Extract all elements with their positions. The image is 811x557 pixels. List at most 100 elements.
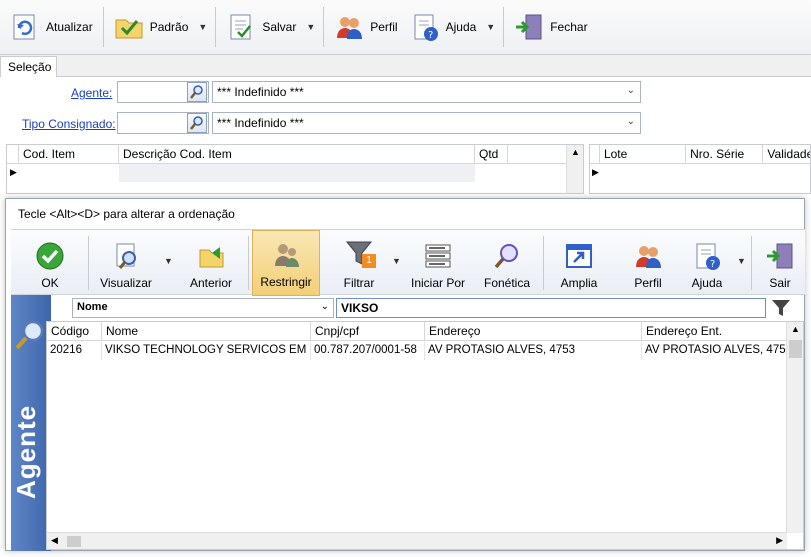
row-indicator-icon: ▶ [10,167,17,177]
agente-lookup-button[interactable] [187,82,207,102]
filtrar-dropdown-icon[interactable]: ▼ [392,256,401,266]
restringir-label: Restringir [260,275,312,289]
users-icon [636,246,661,268]
col-validade[interactable]: Validade [763,145,810,164]
tipo-consignado-lookup-button[interactable] [187,113,207,133]
toolbar-separator [751,236,752,290]
tipo-consignado-combo[interactable]: *** Indefinido *** ⌄ [212,112,641,134]
col-endereco[interactable]: Endereço [425,322,642,341]
help-document-icon: ? [696,243,720,270]
items-grid-scrollbar[interactable]: ▲ [566,145,583,193]
sair-button[interactable]: Sair [757,230,803,296]
filtrar-button[interactable]: 1 Filtrar [327,230,391,296]
ajuda-button[interactable]: ? Ajuda [404,5,483,49]
agente-combo-value: *** Indefinido *** [217,85,304,99]
toolbar-separator [543,236,544,290]
col-cnpj-cpf[interactable]: Cnpj/cpf [311,322,425,341]
scroll-up-icon[interactable]: ▲ [791,324,800,334]
tipo-consignado-combo-value: *** Indefinido *** [217,116,304,130]
toolbar-separator [248,236,249,290]
agente-lookup-dialog: Tecle <Alt><D> para alterar a ordenação … [5,198,805,551]
scroll-right-icon[interactable]: ▶ [776,535,783,546]
results-horizontal-scrollbar[interactable]: ◀ ▶ [47,532,787,549]
padrao-dropdown-icon[interactable]: ▼ [194,22,211,32]
scroll-up-icon[interactable]: ▲ [571,147,580,157]
search-input[interactable] [336,298,766,318]
scrollbar-thumb[interactable] [789,340,802,358]
perfil-label: Perfil [370,20,398,34]
amplia-button[interactable]: Amplia [548,230,610,296]
expand-window-icon [566,244,592,268]
tipo-consignado-label[interactable]: Tipo Consignado: [22,117,116,131]
users-icon [337,17,363,39]
anterior-button[interactable]: Anterior [179,230,243,296]
visualizar-dropdown-icon[interactable]: ▼ [164,256,173,266]
toolbar-separator [88,236,89,290]
amplia-label: Amplia [560,276,598,290]
ajuda-label: Ajuda [445,20,477,34]
phonetic-search-icon [494,244,518,269]
restringir-button[interactable]: Restringir [252,230,320,296]
padrao-label: Padrão [149,20,189,34]
refresh-icon [13,14,35,40]
col-qtd[interactable]: Qtd [475,145,508,164]
ok-button[interactable]: OK [15,230,85,296]
cell-endereco-ent: AV PROTASIO ALVES, 4753 [645,344,787,356]
help-document-icon: ? [414,14,438,41]
fonetica-button[interactable]: Fonética [475,230,539,296]
dialog-caption: Tecle <Alt><D> para alterar a ordenação [18,207,235,221]
anterior-label: Anterior [189,276,233,290]
dialog-ajuda-button[interactable]: ? Ajuda [678,230,736,296]
col-descricao-cod-item[interactable]: Descrição Cod. Item [119,145,475,164]
cell-endereco: AV PROTASIO ALVES, 4753 [425,342,642,360]
col-nome[interactable]: Nome [102,322,311,341]
lookup-magnifier-icon [190,116,203,130]
folder-check-icon [115,19,143,39]
table-row[interactable] [119,164,475,182]
view-document-icon [116,243,136,269]
main-toolbar: Atualizar Padrão ▼ Salvar ▼ Perfil ? Aju… [0,0,811,55]
perfil-button[interactable]: Perfil [328,5,403,49]
col-endereco-ent[interactable]: Endereço Ent. [642,322,787,341]
fechar-label: Fechar [550,20,588,34]
filter-count-badge: 1 [362,254,376,268]
visualizar-button[interactable]: Visualizar [93,230,159,296]
results-vertical-scrollbar[interactable]: ▲ [786,322,803,533]
fonetica-label: Fonética [483,276,531,290]
padrao-button[interactable]: Padrão [108,5,195,49]
salvar-dropdown-icon[interactable]: ▼ [302,22,319,32]
dialog-perfil-button[interactable]: Perfil [618,230,678,296]
col-lote[interactable]: Lote [600,145,687,164]
col-codigo[interactable]: Código [47,322,102,341]
table-row[interactable]: 20216 VIKSO TECHNOLOGY SERVICOS EM INF 0… [47,342,787,360]
dialog-ajuda-dropdown-icon[interactable]: ▼ [737,256,746,266]
toolbar-separator [323,7,325,47]
search-field-combo[interactable]: Nome ⌄ [72,298,334,318]
scrollbar-thumb[interactable] [67,536,81,547]
dialog-perfil-label: Perfil [634,276,662,290]
atualizar-button[interactable]: Atualizar [4,5,99,49]
salvar-button[interactable]: Salvar [220,5,302,49]
col-cod-item[interactable]: Cod. Item [19,145,119,164]
ajuda-dropdown-icon[interactable]: ▼ [482,22,499,32]
funnel-icon[interactable] [771,299,791,317]
svg-text:?: ? [428,30,433,41]
indicator-col [7,145,19,164]
agente-combo[interactable]: *** Indefinido *** ⌄ [212,81,641,103]
iniciar-por-button[interactable]: Iniciar Por [404,230,472,296]
results-grid: Código Nome Cnpj/cpf Endereço Endereço E… [46,321,804,550]
col-nro-serie[interactable]: Nro. Série [686,145,764,164]
fechar-button[interactable]: Fechar [508,5,593,49]
tab-selecao[interactable]: Seleção [0,56,57,77]
lote-grid: Lote Nro. Série Validade ▶ [589,144,811,194]
exit-door-icon [767,243,793,269]
tab-strip: Seleção [0,55,811,77]
agente-label[interactable]: Agente: [71,86,112,100]
scroll-left-icon[interactable]: ◀ [51,535,58,546]
dialog-toolbar: OK Visualizar ▼ Anterior Restringir 1 Fi… [11,229,805,296]
indicator-col [590,145,600,164]
atualizar-label: Atualizar [46,20,93,34]
save-document-icon [230,14,252,40]
chevron-down-icon: ⌄ [626,116,635,127]
cell-codigo: 20216 [47,342,102,360]
